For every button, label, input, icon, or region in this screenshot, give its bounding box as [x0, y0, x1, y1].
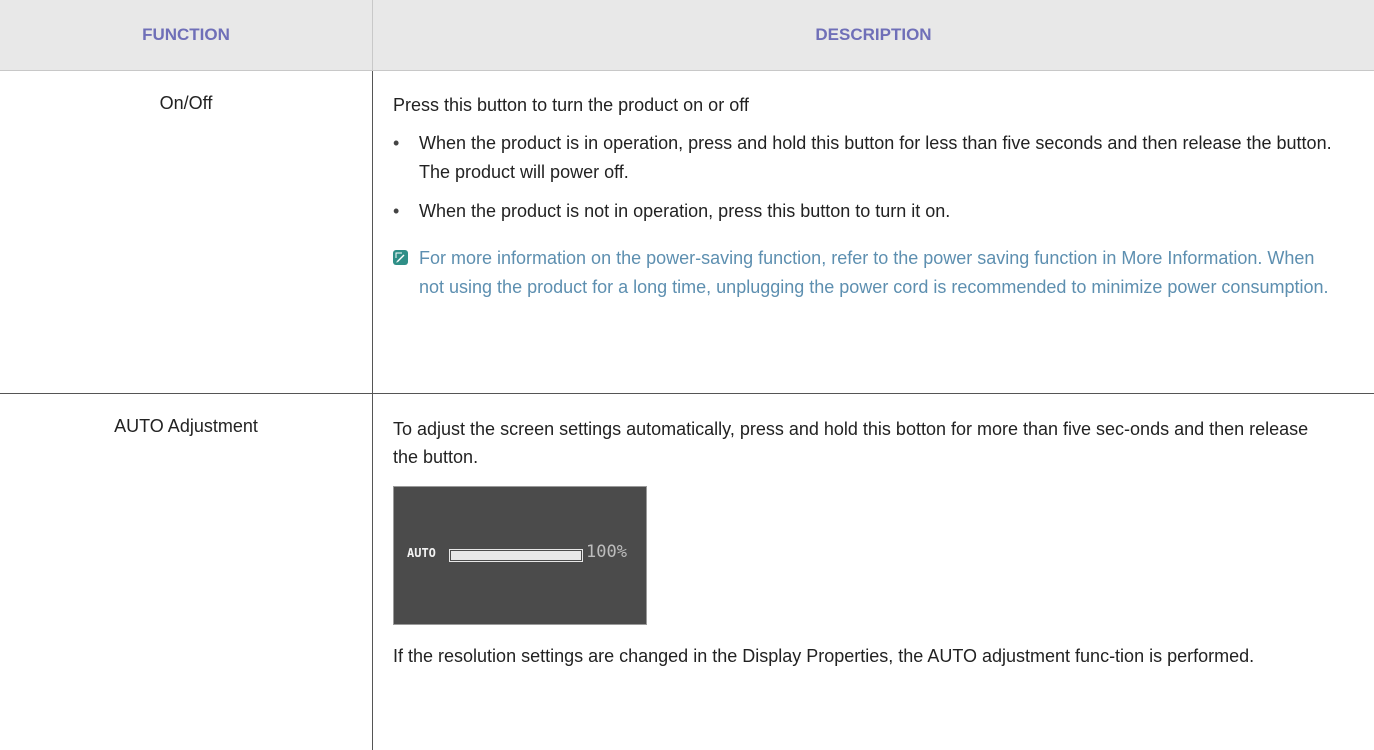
osd-progress-fill	[451, 551, 581, 560]
auto-osd-screenshot: AUTO 100%	[393, 486, 647, 625]
table-header-row: FUNCTION DESCRIPTION	[0, 0, 1374, 71]
function-table: FUNCTION DESCRIPTION On/Off Press this b…	[0, 0, 1374, 750]
auto-intro: To adjust the screen settings automatica…	[393, 415, 1374, 471]
description-cell: Press this button to turn the product on…	[373, 71, 1374, 394]
note-block: For more information on the power-saving…	[393, 244, 1374, 302]
table-row: AUTO Adjustment To adjust the screen set…	[0, 394, 1374, 750]
function-name: On/Off	[0, 71, 373, 394]
auto-outro: If the resolution settings are changed i…	[393, 642, 1374, 670]
osd-progress-bar	[449, 549, 583, 562]
description-cell: To adjust the screen settings automatica…	[373, 394, 1374, 750]
list-item: • When the product is not in operation, …	[393, 197, 1374, 226]
bullet-icon: •	[393, 197, 399, 226]
onoff-intro: Press this button to turn the product on…	[393, 91, 1374, 119]
description-column-header: DESCRIPTION	[373, 0, 1374, 71]
table-row: On/Off Press this button to turn the pro…	[0, 71, 1374, 394]
bullet-icon: •	[393, 129, 399, 158]
note-text: For more information on the power-saving…	[419, 248, 1329, 297]
osd-percent-text: 100%	[586, 542, 627, 562]
note-pencil-icon	[393, 250, 408, 265]
function-column-header: FUNCTION	[0, 0, 373, 71]
list-item: • When the product is in operation, pres…	[393, 129, 1374, 187]
function-name: AUTO Adjustment	[0, 394, 373, 750]
bullet-text: When the product is not in operation, pr…	[419, 201, 950, 221]
onoff-bullet-list: • When the product is in operation, pres…	[393, 129, 1374, 226]
bullet-text: When the product is in operation, press …	[419, 133, 1332, 182]
osd-auto-label: AUTO	[407, 546, 436, 560]
